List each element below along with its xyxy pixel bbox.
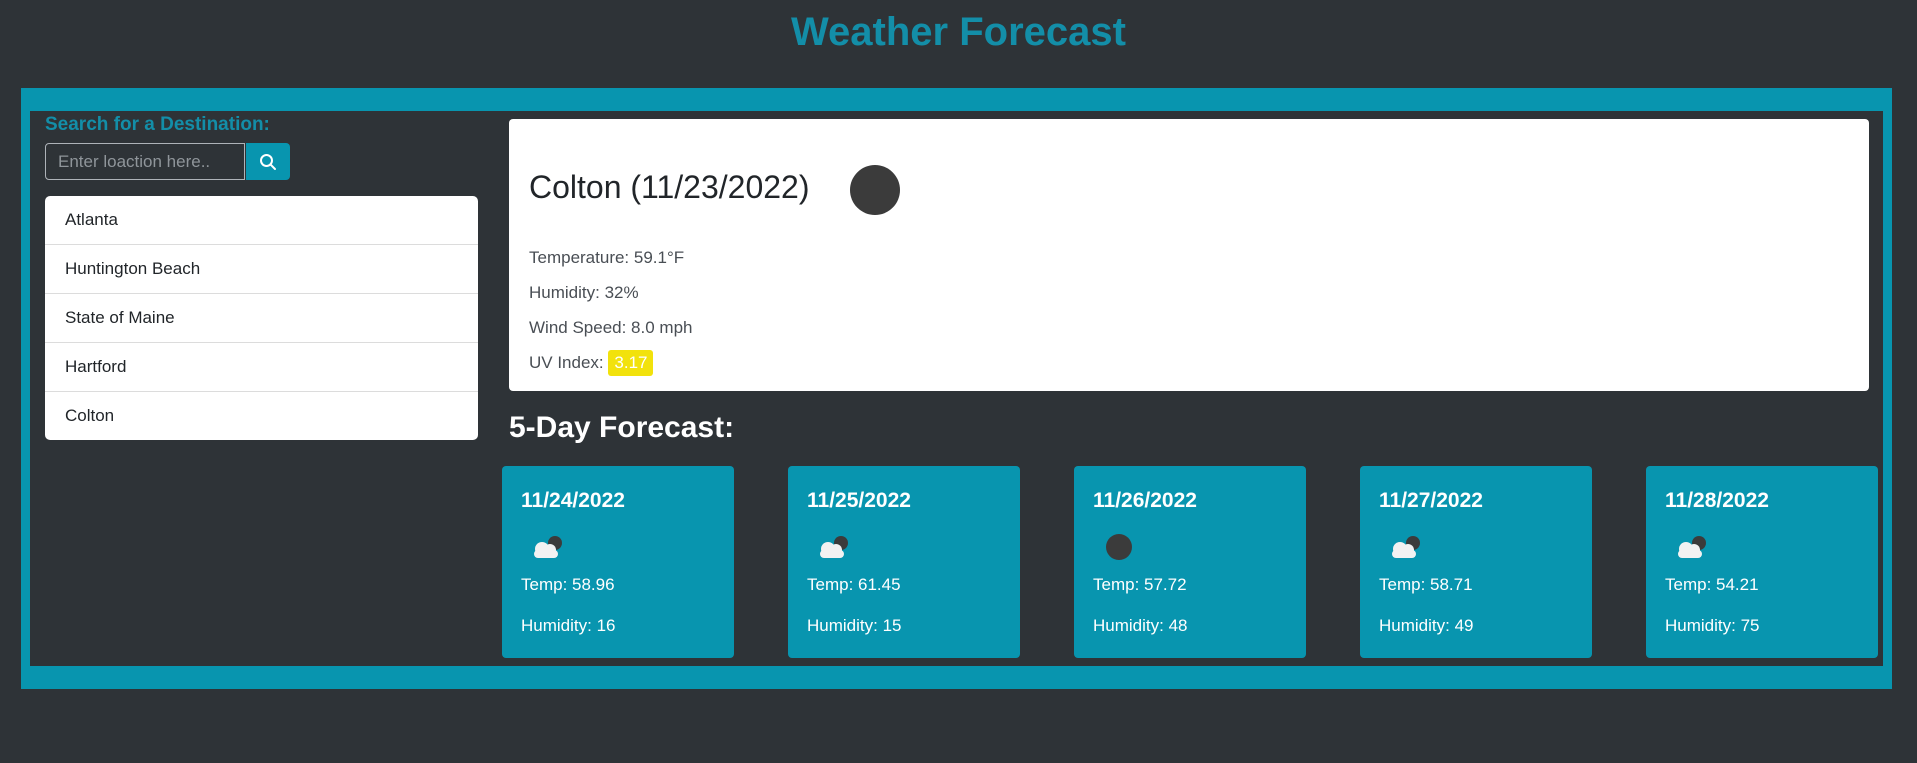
temperature-text: Temperature: 59.1°F — [529, 248, 685, 267]
history-item-state-of-maine[interactable]: State of Maine — [45, 294, 478, 343]
search-icon — [260, 153, 276, 170]
wind-speed-text: Wind Speed: 8.0 mph — [529, 318, 693, 337]
forecast-date: 11/27/2022 — [1379, 489, 1483, 512]
search-label: Search for a Destination: — [45, 114, 270, 135]
page-title: Weather Forecast — [791, 10, 1126, 54]
content-panel: Search for a Destination: Atlanta Huntin… — [30, 111, 1883, 666]
forecast-humidity: Humidity: 48 — [1093, 616, 1188, 635]
partly-cloudy-night-icon — [534, 536, 562, 558]
uv-index-row: UV Index: 3.17 — [529, 350, 654, 376]
forecast-temp: Temp: 61.45 — [807, 575, 901, 594]
partly-cloudy-night-icon — [1392, 536, 1420, 558]
forecast-card: 11/28/2022 Temp: 54.21 Humidity: 75 — [1646, 466, 1878, 658]
history-item-atlanta[interactable]: Atlanta — [45, 196, 478, 245]
forecast-temp: Temp: 54.21 — [1665, 575, 1759, 594]
history-item-hartford[interactable]: Hartford — [45, 343, 478, 392]
forecast-date: 11/28/2022 — [1665, 489, 1769, 512]
forecast-date: 11/25/2022 — [807, 489, 911, 512]
partly-cloudy-night-icon — [820, 536, 848, 558]
search-history-list: Atlanta Huntington Beach State of Maine … — [45, 196, 478, 440]
forecast-humidity: Humidity: 15 — [807, 616, 902, 635]
forecast-temp: Temp: 57.72 — [1093, 575, 1187, 594]
forecast-date: 11/24/2022 — [521, 489, 625, 512]
forecast-humidity: Humidity: 75 — [1665, 616, 1760, 635]
forecast-date: 11/26/2022 — [1093, 489, 1197, 512]
forecast-card: 11/27/2022 Temp: 58.71 Humidity: 49 — [1360, 466, 1592, 658]
forecast-temp: Temp: 58.96 — [521, 575, 615, 594]
uv-index-badge: 3.17 — [608, 350, 654, 376]
forecast-card: 11/24/2022 Temp: 58.96 Humidity: 16 — [502, 466, 734, 658]
current-weather-card: Colton (11/23/2022) Temperature: 59.1°F … — [509, 119, 1869, 391]
forecast-humidity: Humidity: 49 — [1379, 616, 1474, 635]
humidity-text: Humidity: 32% — [529, 283, 639, 302]
forecast-heading: 5-Day Forecast: — [509, 411, 735, 444]
main-frame: Search for a Destination: Atlanta Huntin… — [21, 88, 1892, 689]
uv-index-label: UV Index: — [529, 353, 604, 372]
search-button[interactable] — [246, 143, 290, 180]
clear-night-icon — [1106, 534, 1132, 560]
partly-cloudy-night-icon — [1678, 536, 1706, 558]
forecast-temp: Temp: 58.71 — [1379, 575, 1473, 594]
city-title: Colton (11/23/2022) — [529, 169, 810, 205]
forecast-card: 11/25/2022 Temp: 61.45 Humidity: 15 — [788, 466, 1020, 658]
forecast-card: 11/26/2022 Temp: 57.72 Humidity: 48 — [1074, 466, 1306, 658]
forecast-humidity: Humidity: 16 — [521, 616, 616, 635]
clear-night-icon — [850, 165, 900, 215]
search-input[interactable] — [45, 143, 245, 180]
history-item-huntington-beach[interactable]: Huntington Beach — [45, 245, 478, 294]
history-item-colton[interactable]: Colton — [45, 392, 478, 440]
